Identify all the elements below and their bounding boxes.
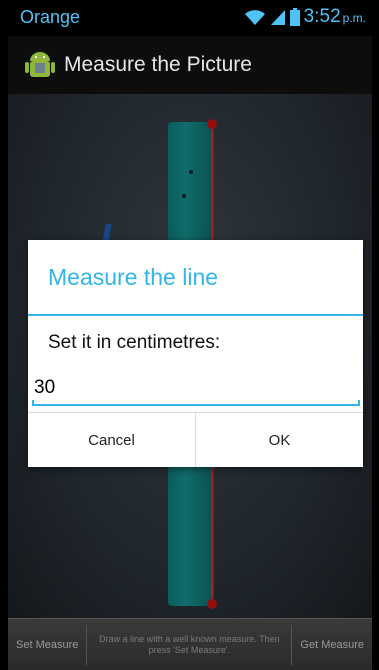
input-underline-tick — [358, 400, 360, 406]
phone-screen: Orange 3:52 p.m. Measure the Picture Set… — [8, 0, 372, 670]
measure-dialog: Measure the line Set it in centimetres: … — [28, 240, 363, 467]
dialog-title-divider — [28, 314, 363, 316]
get-measure-button[interactable]: Get Measure — [292, 619, 372, 670]
dialog-title: Measure the line — [48, 264, 219, 290]
hint-text: Draw a line with a well known measure. T… — [99, 634, 280, 655]
input-underline-tick — [32, 400, 34, 406]
battery-icon — [289, 8, 300, 26]
set-measure-button[interactable]: Set Measure — [8, 619, 86, 670]
ok-button[interactable]: OK — [196, 413, 363, 467]
app-title: Measure the Picture — [64, 53, 252, 76]
clock-ampm: p.m. — [342, 11, 366, 25]
action-bar: Measure the Picture — [8, 36, 372, 94]
clock: 3:52 p.m. — [304, 6, 366, 28]
dialog-message: Set it in centimetres: — [48, 332, 221, 353]
clock-time: 3:52 — [303, 6, 341, 27]
input-underline — [32, 404, 360, 406]
centimetres-input[interactable] — [32, 370, 362, 406]
cancel-button[interactable]: Cancel — [28, 413, 195, 467]
android-icon — [25, 52, 55, 77]
system-icons: 3:52 p.m. — [244, 6, 366, 28]
wifi-icon — [244, 10, 265, 25]
signal-icon — [270, 10, 285, 25]
bottom-bar: Set Measure Draw a line with a well know… — [8, 618, 372, 670]
carrier-name: Orange — [20, 7, 81, 27]
status-bar: Orange 3:52 p.m. — [8, 0, 372, 36]
